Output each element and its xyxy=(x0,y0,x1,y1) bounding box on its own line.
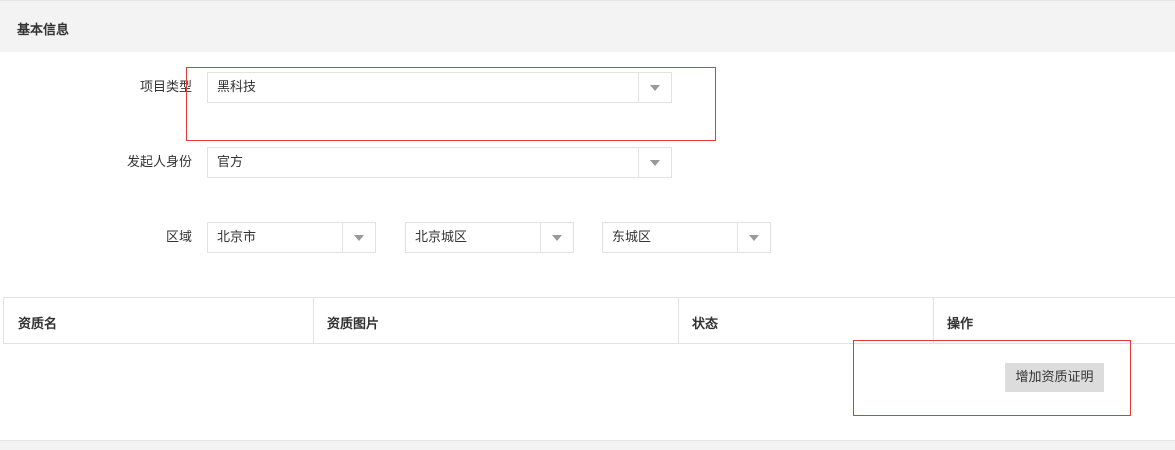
chevron-down-icon[interactable] xyxy=(342,223,375,252)
initiator-identity-value: 官方 xyxy=(217,155,244,170)
bottom-bar xyxy=(0,440,1175,450)
region-district-value: 东城区 xyxy=(612,230,652,245)
section-header: 基本信息 xyxy=(0,0,1175,52)
chevron-down-icon[interactable] xyxy=(737,223,770,252)
add-qualification-button[interactable]: 增加资质证明 xyxy=(1005,363,1104,392)
region-city-select[interactable]: 北京城区 xyxy=(405,222,574,253)
column-header-operation: 操作 xyxy=(947,317,974,332)
region-province-select[interactable]: 北京市 xyxy=(207,222,376,253)
chevron-down-icon[interactable] xyxy=(638,73,671,102)
column-header-qualification-image: 资质图片 xyxy=(313,298,679,343)
qualification-table: 资质名 资质图片 状态 操作 xyxy=(3,297,1175,344)
project-type-label: 项目类型 xyxy=(139,80,192,95)
initiator-identity-select[interactable]: 官方 xyxy=(207,147,672,178)
section-title: 基本信息 xyxy=(17,23,70,38)
region-district-select[interactable]: 东城区 xyxy=(602,222,771,253)
chevron-down-icon[interactable] xyxy=(638,148,671,177)
region-city-value: 北京城区 xyxy=(415,230,468,245)
column-header-status: 状态 xyxy=(678,298,934,343)
chevron-down-icon[interactable] xyxy=(540,223,573,252)
project-type-value: 黑科技 xyxy=(217,80,257,95)
project-type-select[interactable]: 黑科技 xyxy=(207,72,672,103)
page: 基本信息 项目类型 黑科技 发起人身份 官方 区域 北京市 北京城区 东城区 资… xyxy=(0,0,1175,450)
column-header-qualification-name: 资质名 xyxy=(4,298,314,343)
region-province-value: 北京市 xyxy=(217,230,257,245)
region-label: 区域 xyxy=(165,230,192,245)
initiator-identity-label: 发起人身份 xyxy=(126,155,192,170)
